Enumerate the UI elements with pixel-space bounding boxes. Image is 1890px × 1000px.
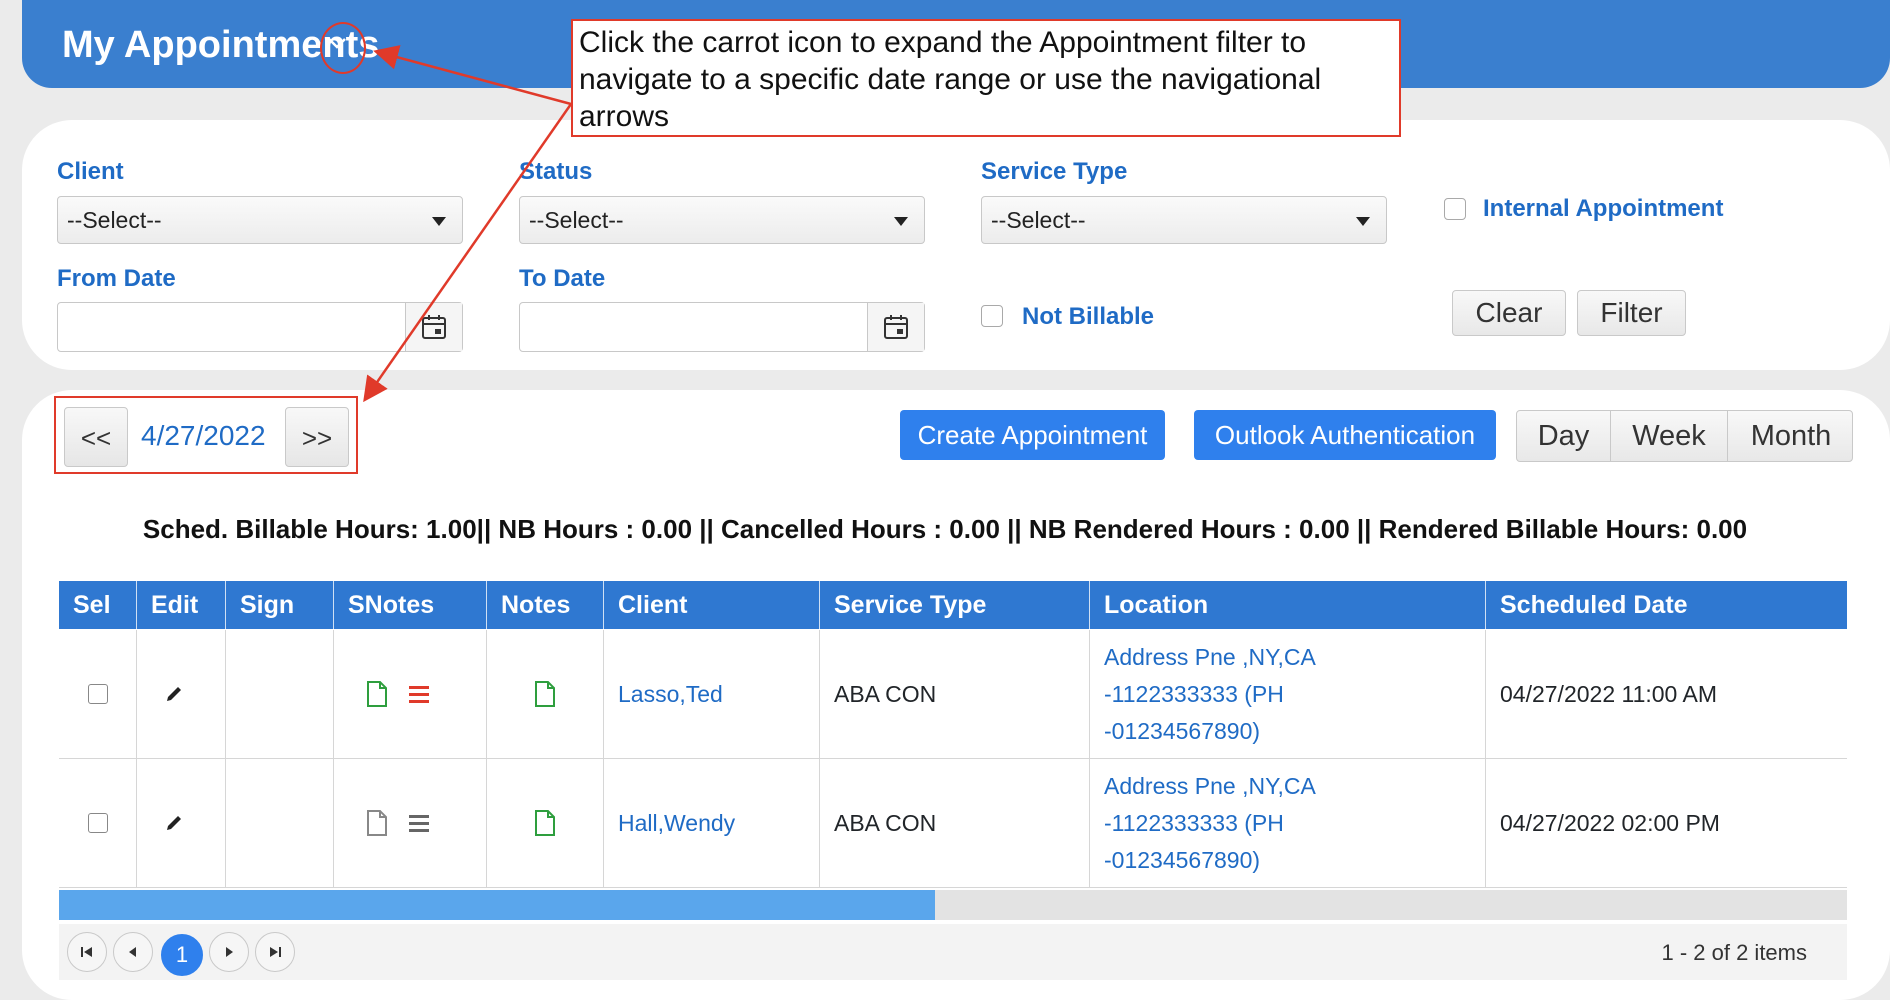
annotation-arrow (373, 45, 572, 106)
annotation-arrows (363, 45, 573, 403)
annotation-arrow (363, 103, 573, 403)
annotation-callout: Click the carrot icon to expand the Appo… (571, 19, 1401, 137)
